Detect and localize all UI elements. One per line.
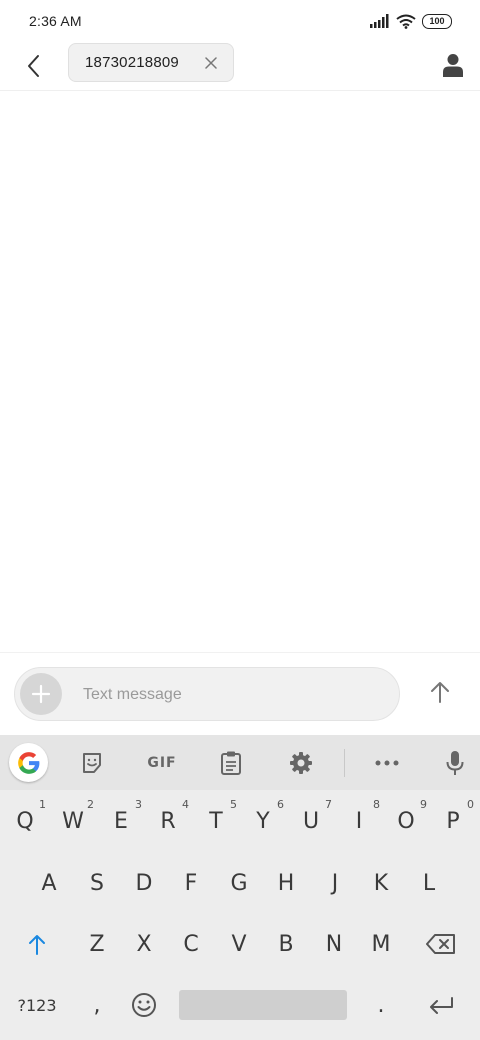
key-o[interactable]: O9 — [383, 793, 429, 849]
keyboard: GIF Q 1 W 2 E 3 R 4 T 5 Y 6 U 7 I 8 O 9 … — [0, 735, 480, 1040]
clipboard-icon — [221, 751, 241, 775]
key-a[interactable]: A — [26, 855, 72, 911]
google-g-icon — [17, 751, 39, 774]
more-options-button[interactable] — [368, 744, 406, 782]
key-r[interactable]: R4 — [145, 793, 191, 849]
compose-divider — [0, 652, 480, 653]
back-button[interactable] — [18, 50, 50, 82]
shift-key[interactable] — [14, 916, 60, 972]
emoji-key[interactable] — [121, 977, 167, 1033]
key-b[interactable]: B — [263, 916, 309, 972]
key-i[interactable]: I8 — [336, 793, 382, 849]
plus-icon — [31, 684, 51, 704]
key-y[interactable]: Y6 — [240, 793, 286, 849]
enter-key[interactable] — [418, 977, 464, 1033]
key-p[interactable]: P0 — [430, 793, 476, 849]
google-button[interactable] — [9, 743, 48, 782]
microphone-icon — [446, 751, 464, 775]
status-icons: 100 — [370, 13, 452, 29]
clipboard-button[interactable] — [212, 744, 250, 782]
recipient-chip[interactable]: 18730218809 — [68, 43, 234, 82]
key-j[interactable]: J — [312, 855, 358, 911]
key-c[interactable]: C — [168, 916, 214, 972]
key-m[interactable]: M — [358, 916, 404, 972]
contact-button[interactable] — [437, 49, 469, 81]
key-v[interactable]: V — [216, 916, 262, 972]
remove-recipient-button[interactable] — [203, 55, 219, 71]
key-n[interactable]: N — [311, 916, 357, 972]
message-list — [0, 91, 480, 652]
space-bar[interactable] — [179, 990, 347, 1020]
key-u[interactable]: U7 — [288, 793, 334, 849]
gear-icon — [290, 752, 312, 774]
arrow-up-icon — [431, 682, 449, 703]
person-icon — [443, 54, 463, 77]
key-z[interactable]: Z — [74, 916, 120, 972]
settings-button[interactable] — [282, 744, 320, 782]
key-l[interactable]: L — [406, 855, 452, 911]
emoji-icon — [132, 993, 156, 1017]
key-d[interactable]: D — [121, 855, 167, 911]
key-x[interactable]: X — [121, 916, 167, 972]
key-s[interactable]: S — [74, 855, 120, 911]
key-w[interactable]: W2 — [50, 793, 96, 849]
back-arrow-icon — [28, 55, 39, 77]
period-key[interactable]: . — [358, 977, 404, 1033]
enter-arrow-icon — [430, 997, 453, 1014]
backspace-icon — [426, 934, 455, 954]
key-k[interactable]: K — [358, 855, 404, 911]
conversation-header: 18730218809 — [0, 42, 480, 91]
key-e[interactable]: E3 — [98, 793, 144, 849]
send-button[interactable] — [424, 676, 456, 708]
toolbar-divider — [344, 749, 345, 777]
comma-key[interactable]: , — [74, 977, 120, 1033]
backspace-key[interactable] — [418, 916, 464, 972]
key-t[interactable]: T5 — [193, 793, 239, 849]
keyboard-toolbar: GIF — [0, 735, 480, 790]
wifi-icon — [396, 14, 416, 29]
gif-button[interactable]: GIF — [142, 744, 182, 782]
recipient-number: 18730218809 — [85, 54, 179, 71]
status-time: 2:36 AM — [29, 13, 82, 29]
key-f[interactable]: F — [168, 855, 214, 911]
message-input[interactable] — [81, 678, 385, 712]
battery-icon: 100 — [422, 13, 452, 29]
voice-input-button[interactable] — [436, 744, 474, 782]
sticker-button[interactable] — [73, 744, 111, 782]
key-q[interactable]: Q1 — [2, 793, 48, 849]
key-g[interactable]: G — [216, 855, 262, 911]
status-bar: 2:36 AM 100 — [0, 0, 480, 42]
more-horizontal-icon — [375, 760, 399, 766]
close-icon — [205, 57, 217, 69]
compose-box — [14, 667, 400, 721]
signal-icon — [370, 14, 389, 28]
sticker-icon — [83, 753, 101, 773]
attach-button[interactable] — [20, 673, 62, 715]
symbols-key[interactable]: ?123 — [14, 977, 60, 1033]
key-h[interactable]: H — [263, 855, 309, 911]
shift-arrow-icon — [29, 935, 45, 955]
gif-label: GIF — [147, 755, 177, 771]
